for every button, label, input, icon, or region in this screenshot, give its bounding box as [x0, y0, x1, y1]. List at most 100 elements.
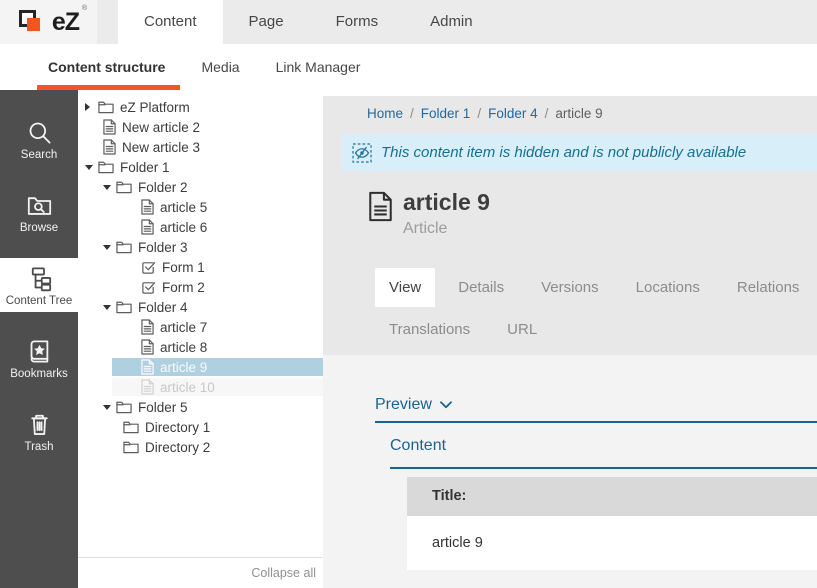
sidebar-label: Bookmarks — [10, 368, 68, 380]
breadcrumb: Home / Folder 1 / Folder 4 / article 9 — [323, 96, 817, 121]
trash-icon — [24, 409, 54, 439]
sidebar-item-bookmarks[interactable]: Bookmarks — [0, 331, 78, 385]
ez-logo-icon — [18, 8, 47, 37]
sidebar-item-search[interactable]: Search — [0, 112, 78, 166]
breadcrumb-folder-4-link[interactable]: Folder 4 — [488, 106, 538, 121]
field-label-title: Title: — [407, 477, 817, 516]
breadcrumb-separator: / — [410, 106, 414, 121]
tab-url[interactable]: URL — [493, 310, 551, 349]
chevron-down-icon — [440, 401, 452, 409]
tree-item-folder-1[interactable]: Folder 1 — [78, 157, 323, 177]
tree-item-ez-platform[interactable]: eZ Platform — [78, 97, 323, 117]
notice-text: This content item is hidden and is not p… — [381, 144, 746, 161]
breadcrumb-separator: / — [545, 106, 549, 121]
content-section-label: Content — [390, 437, 446, 454]
folder-icon — [116, 240, 132, 254]
article-icon — [141, 359, 154, 375]
collapse-arrow-icon[interactable] — [85, 165, 94, 170]
sidebar-item-trash[interactable]: Trash — [0, 404, 78, 458]
hidden-eye-icon — [352, 143, 372, 163]
content-type-label: Article — [403, 220, 490, 238]
browse-icon — [24, 190, 54, 220]
content-section-header: Content — [390, 437, 817, 469]
sidebar-label: Content Tree — [6, 295, 72, 307]
tree-item-new-article-3[interactable]: New article 3 — [78, 137, 323, 157]
content-tabs: View Details Versions Locations Relation… — [375, 268, 817, 349]
breadcrumb-current: article 9 — [555, 106, 602, 121]
tree-item-form-1[interactable]: Form 1 — [78, 257, 323, 277]
collapse-all-button[interactable]: Collapse all — [78, 557, 323, 588]
preview-section-toggle[interactable]: Preview — [375, 396, 817, 423]
left-sidebar: Search Browse Content Tree Bookmarks Tra… — [0, 90, 78, 588]
subnav-link-manager[interactable]: Link Manager — [276, 44, 361, 90]
sidebar-label: Trash — [25, 441, 54, 453]
collapse-arrow-icon[interactable] — [103, 305, 112, 310]
tab-details[interactable]: Details — [444, 268, 518, 307]
tree-item-form-2[interactable]: Form 2 — [78, 277, 323, 297]
ez-logo[interactable]: eZ® — [0, 0, 97, 44]
tree-item-article-9[interactable]: article 9 — [78, 357, 323, 377]
content-title-block: article 9 Article — [368, 189, 817, 238]
folder-icon — [98, 100, 114, 114]
top-header: eZ® Content Page Forms Admin — [0, 0, 817, 44]
tab-relations[interactable]: Relations — [723, 268, 814, 307]
sidebar-item-content-tree[interactable]: Content Tree — [0, 258, 78, 312]
content-tree-panel: eZ Platform New article 2 New article 3 … — [78, 90, 323, 588]
subnav-media[interactable]: Media — [201, 44, 239, 90]
nav-tab-forms[interactable]: Forms — [310, 0, 405, 44]
tree-item-directory-1[interactable]: Directory 1 — [78, 417, 323, 437]
collapse-arrow-icon[interactable] — [103, 185, 112, 190]
tree-item-article-7[interactable]: article 7 — [78, 317, 323, 337]
tree-item-article-5[interactable]: article 5 — [78, 197, 323, 217]
tab-translations[interactable]: Translations — [375, 310, 484, 349]
collapse-arrow-icon[interactable] — [103, 405, 112, 410]
main-content: Home / Folder 1 / Folder 4 / article 9 This co… — [323, 90, 817, 588]
tree-item-article-6[interactable]: article 6 — [78, 217, 323, 237]
folder-icon — [116, 180, 132, 194]
tree-item-article-10[interactable]: article 10 — [78, 377, 323, 397]
tree-item-article-8[interactable]: article 8 — [78, 337, 323, 357]
main-nav: Content Page Forms Admin — [118, 0, 499, 44]
article-icon — [141, 219, 154, 235]
folder-icon — [116, 400, 132, 414]
collapse-arrow-icon[interactable] — [103, 245, 112, 250]
hidden-content-notice: This content item is hidden and is not p… — [342, 134, 817, 171]
article-icon — [141, 379, 154, 395]
tree-item-directory-2[interactable]: Directory 2 — [78, 437, 323, 457]
secondary-nav: Content structure Media Link Manager — [0, 44, 817, 90]
form-icon — [141, 280, 156, 295]
tree-item-new-article-2[interactable]: New article 2 — [78, 117, 323, 137]
form-icon — [141, 260, 156, 275]
fields-table: Title: article 9 — [407, 477, 817, 570]
sidebar-item-browse[interactable]: Browse — [0, 185, 78, 239]
breadcrumb-separator: / — [477, 106, 481, 121]
folder-icon — [123, 420, 139, 434]
tree-item-folder-5[interactable]: Folder 5 — [78, 397, 323, 417]
ez-logo-text: eZ® — [52, 8, 79, 37]
nav-tab-content[interactable]: Content — [118, 0, 223, 44]
tab-locations[interactable]: Locations — [622, 268, 714, 307]
breadcrumb-home-link[interactable]: Home — [367, 106, 403, 121]
page-title: article 9 — [403, 189, 490, 216]
breadcrumb-folder-1-link[interactable]: Folder 1 — [421, 106, 471, 121]
tab-versions[interactable]: Versions — [527, 268, 613, 307]
sidebar-label: Search — [21, 149, 57, 161]
folder-icon — [116, 300, 132, 314]
field-value-title: article 9 — [407, 516, 817, 570]
article-icon — [141, 319, 154, 335]
article-icon — [141, 199, 154, 215]
nav-tab-admin[interactable]: Admin — [404, 0, 499, 44]
registered-mark: ® — [82, 5, 86, 12]
search-icon — [24, 117, 54, 147]
expand-arrow-icon[interactable] — [85, 103, 94, 111]
tree-item-folder-4[interactable]: Folder 4 — [78, 297, 323, 317]
tab-view[interactable]: View — [375, 268, 435, 307]
content-tree-icon — [24, 263, 54, 293]
subnav-content-structure[interactable]: Content structure — [48, 44, 165, 90]
tree-item-folder-2[interactable]: Folder 2 — [78, 177, 323, 197]
article-icon — [103, 119, 116, 135]
nav-tab-page[interactable]: Page — [223, 0, 310, 44]
article-icon — [103, 139, 116, 155]
preview-label: Preview — [375, 396, 432, 414]
tree-item-folder-3[interactable]: Folder 3 — [78, 237, 323, 257]
